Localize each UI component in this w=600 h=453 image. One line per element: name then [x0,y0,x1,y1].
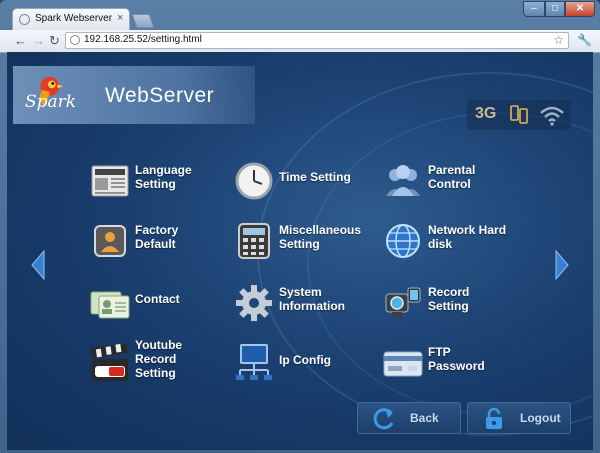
logout-button[interactable]: Logout [467,402,571,434]
browser-toolbar: ← → ↻ 192.168.25.52/setting.html ☆ 🔧 [0,30,600,53]
page-icon [70,35,80,45]
new-tab-button[interactable] [131,14,155,28]
menu-item-label: Parental Control [428,163,476,191]
menu-item-label: Miscellaneous Setting [279,223,362,251]
maximize-button[interactable]: □ [545,1,565,17]
globe-icon [386,224,420,258]
menu-item-system-information[interactable]: System Information [233,282,383,332]
forward-arrow-icon[interactable]: → [32,33,45,48]
menu-item-label: Time Setting [279,170,351,184]
camcorder-icon [385,287,421,318]
logout-button-label: Logout [520,411,561,425]
menu-item-label: Ip Config [279,353,331,367]
reload-icon[interactable]: ↻ [49,33,60,49]
youtube-clapper-icon [90,344,128,381]
calculator-icon [238,223,270,259]
menu-item-contact[interactable]: Contact [89,282,239,332]
tab-close-icon[interactable]: × [117,12,123,24]
menu-item-record-setting[interactable]: Record Setting [382,282,532,332]
gear-icon [236,285,272,321]
menu-item-label: Contact [135,292,180,306]
menu-item-language-setting[interactable]: Language Setting [89,160,239,210]
menu-item-network-hard-disk[interactable]: Network Hard disk [382,220,532,270]
back-button-label: Back [410,411,439,425]
news-icon [91,165,129,197]
back-refresh-icon [373,408,394,430]
padlock-icon [486,407,502,429]
close-button[interactable]: ✕ [565,1,595,17]
wifi-icon [540,106,564,126]
menu-item-label: Record Setting [428,285,470,313]
menu-item-factory-default[interactable]: Factory Default [89,220,239,270]
menu-item-label: Language Setting [135,163,192,191]
back-arrow-icon[interactable]: ← [14,33,27,48]
browser-tab[interactable]: Spark Webserver × [12,8,130,30]
url-text: 192.168.25.52/setting.html [84,34,202,45]
menu-item-label: FTP Password [428,345,485,373]
menu-item-label: System Information [279,285,345,313]
menu-item-label: Youtube Record Setting [135,338,183,380]
network-3g-label: 3G [475,105,497,122]
browser-window: Spark Webserver × – □ ✕ ← → ↻ 192.168.25… [0,0,600,453]
address-bar[interactable]: 192.168.25.52/setting.html ☆ [65,32,569,49]
menu-item-time-setting[interactable]: Time Setting [233,160,383,210]
people-icon [386,165,420,196]
minimize-button[interactable]: – [523,1,545,17]
menu-item-miscellaneous-setting[interactable]: Miscellaneous Setting [233,220,383,270]
status-indicators: 3G [467,100,571,130]
logo-wordmark: WebServer [105,84,215,107]
menu-item-ftp-password[interactable]: FTP Password [382,342,532,392]
factory-icon [94,225,126,257]
webserver-page: Spark WebServer 3G Language Setting Time… [7,52,593,450]
favicon-icon [19,14,30,25]
bookmark-star-icon[interactable]: ☆ [553,33,564,47]
tab-title: Spark Webserver [35,13,113,24]
previous-page-arrow-icon[interactable] [31,250,45,280]
menu-item-parental-control[interactable]: Parental Control [382,160,532,210]
next-page-arrow-icon[interactable] [555,250,569,280]
back-button[interactable]: Back [357,402,461,434]
contact-card-icon [90,291,130,319]
menu-item-label: Network Hard disk [428,223,507,251]
card-icon [383,351,423,377]
sim-icon [510,105,528,124]
menu-item-ip-config[interactable]: Ip Config [233,342,383,392]
menu-item-label: Factory Default [135,223,179,251]
tab-bar: Spark Webserver × – □ ✕ [0,0,600,30]
clock-icon [235,162,273,200]
menu-item-youtube-record-setting[interactable]: Youtube Record Setting [89,338,239,388]
logo-script-text: Spark [25,92,77,112]
wrench-icon[interactable]: 🔧 [577,33,592,47]
network-monitor-icon [236,344,272,380]
header-banner: Spark WebServer [13,66,255,124]
